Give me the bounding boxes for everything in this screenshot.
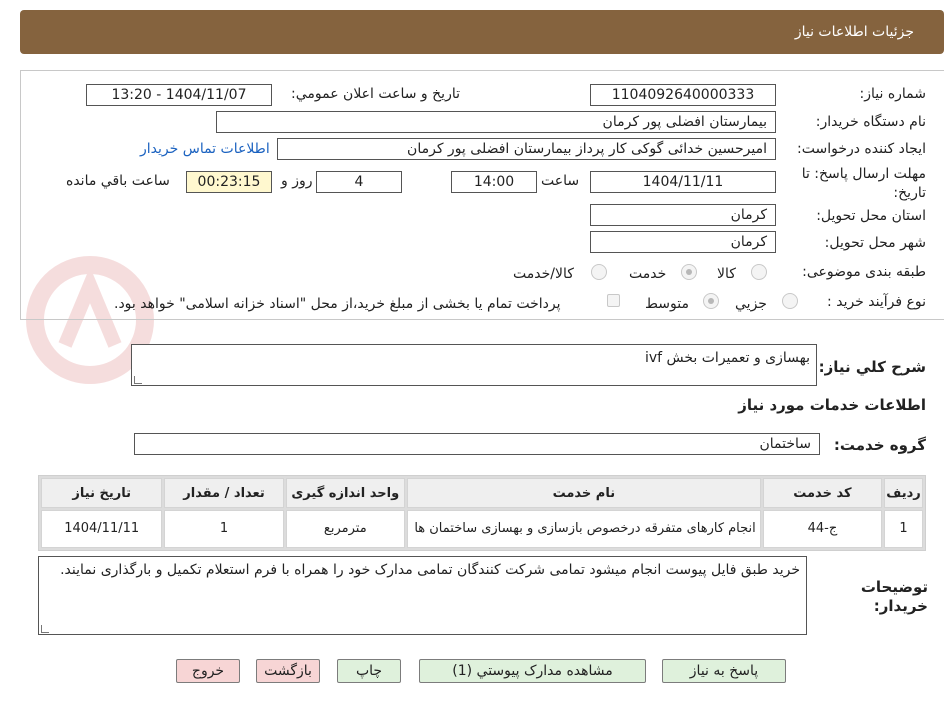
need-number-label: شماره نیاز: (859, 86, 927, 102)
days-label: روز و (281, 173, 313, 189)
col-service-code: کد خدمت (762, 478, 883, 508)
cell-quantity: 1 (164, 510, 284, 548)
buyer-org-label: نام دستگاه خریدار: (815, 114, 926, 130)
services-table: رديف کد خدمت نام خدمت واحد اندازه گیری ت… (38, 475, 926, 551)
view-attachments-button[interactable]: مشاهده مدارک پيوستي (1) (419, 659, 646, 683)
category-service-label: خدمت (629, 266, 667, 282)
requester-field: اميرحسين خدائی گوکی کار پرداز بيمارستان … (277, 138, 776, 160)
category-label: طبقه بندی موضوعی: (802, 264, 926, 280)
process-minor-radio[interactable] (782, 293, 798, 309)
cell-service-code: ج-44 (762, 510, 883, 548)
buyer-notes-textarea[interactable]: خرید طبق فایل پیوست انجام میشود تمامی شر… (38, 556, 807, 635)
col-row-number: رديف (884, 478, 923, 508)
print-button[interactable]: چاپ (337, 659, 401, 683)
category-goods-label: کالا (717, 266, 736, 282)
description-label: شرح کلي نياز: (818, 358, 926, 376)
buyer-notes-text: خرید طبق فایل پیوست انجام میشود تمامی شر… (60, 562, 800, 578)
need-number-field: 1104092640000333 (590, 84, 776, 106)
reply-button[interactable]: پاسخ به نياز (662, 659, 786, 683)
requester-label: ایجاد کننده درخواست: (797, 141, 926, 157)
payment-note: پرداخت تمام یا بخشی از مبلغ خرید،از محل … (114, 296, 561, 312)
back-button[interactable]: بازگشت (256, 659, 320, 683)
process-minor-label: جزيي (735, 296, 767, 312)
page-header: جزئیات اطلاعات نیاز (20, 10, 944, 54)
cell-need-date: 1404/11/11 (41, 510, 163, 548)
service-group-label: گروه خدمت: (833, 436, 926, 454)
description-textarea[interactable]: بهسازی و تعمیرات بخش ivf (131, 344, 817, 386)
buyer-notes-label: توضیحات خریدار: (860, 578, 928, 615)
city-field: کرمان (590, 231, 776, 253)
announce-datetime-field: 1404/11/07 - 13:20 (86, 84, 272, 106)
contact-info-link[interactable]: اطلاعات تماس خریدار (140, 141, 270, 157)
province-label: استان محل تحویل: (816, 208, 926, 224)
description-text: بهسازی و تعمیرات بخش ivf (644, 350, 810, 366)
buyer-org-field: بيمارستان افضلی پور کرمان (216, 111, 776, 133)
time-label: ساعت (541, 173, 580, 189)
deadline-label: مهلت ارسال پاسخ: تا تاریخ: (801, 166, 926, 201)
resize-grip-icon[interactable] (41, 625, 49, 633)
category-goods-radio[interactable] (751, 264, 767, 280)
cell-row-number: 1 (884, 510, 923, 548)
col-need-date: تاریخ نیاز (41, 478, 163, 508)
announce-label: تاریخ و ساعت اعلان عمومي: (291, 86, 460, 102)
deadline-time-field: 14:00 (451, 171, 537, 193)
cell-service-name: انجام کارهای متفرقه درخصوص بازسازی و بهس… (406, 510, 761, 548)
remaining-label: ساعت باقي مانده (66, 173, 170, 189)
category-both-radio[interactable] (591, 264, 607, 280)
process-medium-radio[interactable] (703, 293, 719, 309)
table-header-row: رديف کد خدمت نام خدمت واحد اندازه گیری ت… (41, 478, 923, 508)
col-unit: واحد اندازه گیری (285, 478, 405, 508)
process-medium-label: متوسط (645, 296, 689, 312)
city-label: شهر محل تحویل: (824, 235, 926, 251)
cell-unit: مترمربع (285, 510, 405, 548)
category-service-radio[interactable] (681, 264, 697, 280)
treasury-payment-checkbox[interactable] (607, 294, 620, 307)
table-row: 1 ج-44 انجام کارهای متفرقه درخصوص بازساز… (41, 510, 923, 548)
process-label: نوع فرآیند خرید : (827, 294, 926, 310)
exit-button[interactable]: خروج (176, 659, 240, 683)
days-field: 4 (316, 171, 402, 193)
province-field: کرمان (590, 204, 776, 226)
col-quantity: تعداد / مقدار (164, 478, 284, 508)
service-group-field: ساختمان (134, 433, 820, 455)
page-title: جزئیات اطلاعات نیاز (794, 24, 914, 40)
col-service-name: نام خدمت (406, 478, 761, 508)
remaining-time-field: 00:23:15 (186, 171, 272, 193)
deadline-date-field: 1404/11/11 (590, 171, 776, 193)
category-both-label: کالا/خدمت (513, 266, 574, 282)
resize-grip-icon[interactable] (134, 376, 142, 384)
services-section-title: اطلاعات خدمات مورد نياز (738, 396, 926, 414)
